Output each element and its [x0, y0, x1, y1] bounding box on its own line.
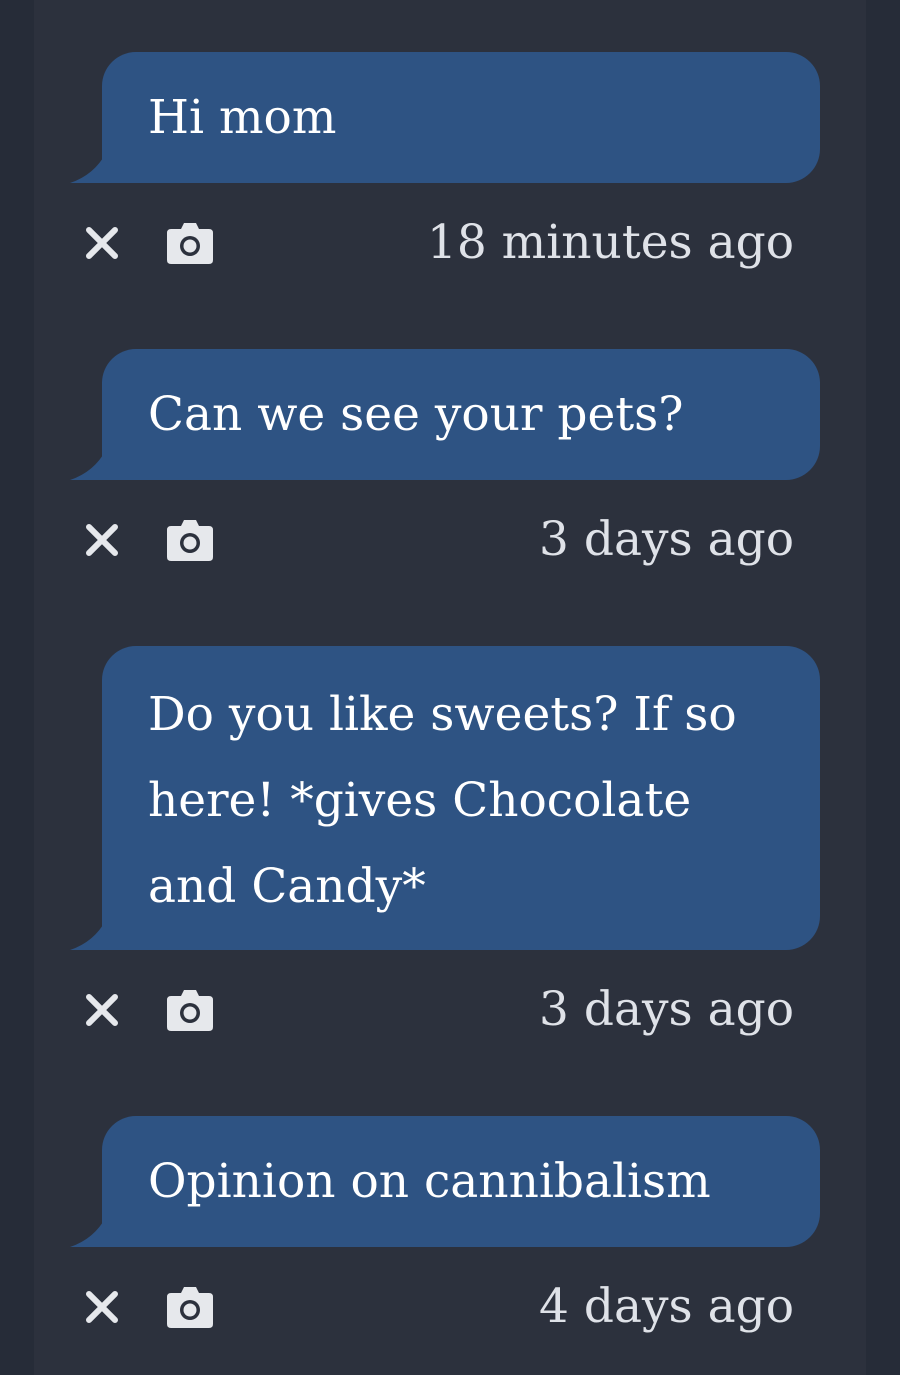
message-text: Do you like sweets? If so here! *gives C…	[148, 687, 737, 914]
message-actions: 4 days ago	[34, 1279, 866, 1341]
camera-icon[interactable]	[166, 988, 214, 1032]
close-icon[interactable]	[84, 522, 120, 558]
message-bubble: Hi mom	[102, 52, 820, 183]
camera-icon[interactable]	[166, 1285, 214, 1329]
message-bubble: Can we see your pets?	[102, 349, 820, 480]
camera-icon[interactable]	[166, 518, 214, 562]
message-text: Opinion on cannibalism	[148, 1154, 711, 1209]
camera-icon[interactable]	[166, 221, 214, 265]
message-list: Hi mom 18 minutes ago Can we see your pe…	[34, 0, 866, 1375]
message-bubble: Do you like sweets? If so here! *gives C…	[102, 646, 820, 950]
message-actions: 18 minutes ago	[34, 215, 866, 277]
message-timestamp: 3 days ago	[539, 982, 794, 1037]
message-text: Can we see your pets?	[148, 387, 684, 442]
message-bubble: Opinion on cannibalism	[102, 1116, 820, 1247]
bubble-tail	[70, 1217, 106, 1247]
close-icon[interactable]	[84, 225, 120, 261]
bubble-tail	[70, 450, 106, 480]
message-timestamp: 4 days ago	[539, 1279, 794, 1334]
message-actions: 3 days ago	[34, 512, 866, 574]
message-text: Hi mom	[148, 90, 337, 145]
close-icon[interactable]	[84, 1289, 120, 1325]
message-actions: 3 days ago	[34, 982, 866, 1044]
close-icon[interactable]	[84, 992, 120, 1028]
message-timestamp: 18 minutes ago	[426, 215, 794, 270]
message-timestamp: 3 days ago	[539, 512, 794, 567]
bubble-tail	[70, 153, 106, 183]
bubble-tail	[70, 920, 106, 950]
